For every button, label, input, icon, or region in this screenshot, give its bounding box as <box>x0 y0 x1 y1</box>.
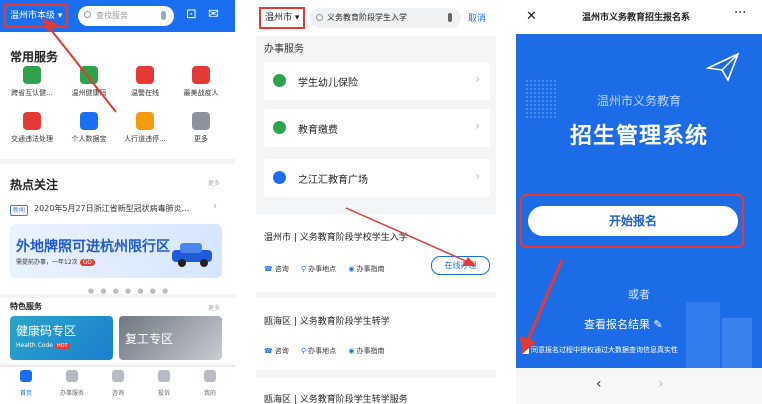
more-menu-icon[interactable]: ··· <box>734 6 746 21</box>
webview-header: ✕ 温州市义务教育招生报名系 ··· <box>516 0 762 34</box>
banner-title: 外地牌照可进杭州限行区 <box>16 239 170 255</box>
person-icon <box>204 370 216 382</box>
service-label: 人行道违停... <box>124 135 166 143</box>
more-link[interactable]: 更多 <box>208 178 220 187</box>
result-card[interactable]: 瓯海区 | 义务教育阶段学生转学 ☎ 咨询 ⚲ 办事地点 ◉ 办事指南 <box>256 298 496 370</box>
tab-mine[interactable]: 我的 <box>190 370 230 397</box>
more-link[interactable]: 更多 <box>208 303 220 312</box>
news-headline[interactable]: 2020年5月27日浙江省新型冠状病毒肺炎... <box>34 203 189 214</box>
chat-icon <box>112 370 124 382</box>
enrollment-system-screen: ✕ 温州市义务教育招生报名系 ··· 温州市义务教育 招生管理系统 开始报名 或… <box>516 0 762 404</box>
tab-label: 投诉 <box>157 390 170 397</box>
phone-icon: ☎ <box>264 347 273 355</box>
tile-title: 健康码专区 <box>16 324 77 338</box>
page-title: 温州市义务教育招生报名系 <box>581 13 690 23</box>
start-registration-button[interactable]: 开始报名 <box>528 206 738 236</box>
annotation-arrow <box>520 259 564 354</box>
annotation-arrow <box>345 207 476 266</box>
result-title: 瓯海区 | 义务教育阶段学生转学 <box>264 317 390 327</box>
tab-home[interactable]: 首页 <box>6 370 46 397</box>
system-subtitle: 温州市义务教育 <box>596 94 681 108</box>
resume-work-tile[interactable]: 复工专区 <box>119 316 222 360</box>
tile-subtitle: Health Code HOT <box>16 342 70 349</box>
tab-label: 办事服务 <box>59 390 84 397</box>
health-code-tile[interactable]: 健康码专区 Health Code HOT <box>10 316 113 360</box>
service-label: 更多 <box>194 135 208 143</box>
home-icon <box>20 370 32 382</box>
location-pin-icon: ⚲ <box>300 347 307 355</box>
webview-nav-bar: ‹ › <box>516 368 762 404</box>
shield-icon <box>158 370 170 382</box>
section-title: 特色服务 <box>10 302 42 311</box>
carousel-dots: ● ● ● ● ● ● ● <box>88 287 171 295</box>
consult-link[interactable]: ☎ 咨询 <box>264 347 289 355</box>
paper-plane-icon <box>706 52 740 82</box>
tab-complaint[interactable]: 投诉 <box>144 370 184 397</box>
annotation-arrow <box>42 18 117 113</box>
system-title: 招生管理系统 <box>569 124 708 149</box>
hot-badge: HOT <box>54 343 70 349</box>
view-result-link[interactable]: 查看报名结果 ✎ <box>584 316 663 332</box>
news-tag: 新闻 <box>10 205 29 216</box>
forward-icon[interactable]: › <box>658 376 664 392</box>
chevron-right-icon: › <box>213 201 217 212</box>
section-title: 热点关注 <box>10 178 59 192</box>
location-link[interactable]: ⚲ 办事地点 <box>301 347 336 355</box>
search-results-screen: 温州市 ▾ 义务教育阶段学生入学 取消 办事服务 学生幼儿保险 › 教育缴费 › 之江汇… <box>256 0 496 404</box>
go-badge: GO <box>79 259 95 266</box>
app-home-screen: 温州市本级 ▾ 查找服务 ⊡ ✉ 常用服务 跨省互认健... 温州健康码 温警在线最… <box>0 0 235 404</box>
tile-title: 复工专区 <box>125 332 174 346</box>
tab-services[interactable]: 办事服务 <box>52 370 92 397</box>
back-icon[interactable]: ‹ <box>596 376 602 392</box>
edit-icon: ✎ <box>653 318 663 331</box>
tab-consult[interactable]: 咨询 <box>98 370 138 397</box>
banner-subtitle: 需提前办事，一年12次 GO <box>16 257 95 266</box>
guide-icon: ◉ <box>348 347 355 355</box>
result-card[interactable]: 瓯海区 | 义务教育阶段学生转学服务 <box>256 378 496 404</box>
result-actions: ☎ 咨询 ⚲ 办事地点 ◉ 办事指南 <box>264 346 394 356</box>
car-icon <box>172 243 212 267</box>
promo-banner[interactable]: 外地牌照可进杭州限行区 需提前办事，一年12次 GO <box>10 224 222 278</box>
guide-link[interactable]: ◉ 办事指南 <box>348 347 384 355</box>
service-label: 个人数据宝 <box>71 135 107 143</box>
tab-label: 首页 <box>19 390 32 397</box>
result-title: 瓯海区 | 义务教育阶段学生转学服务 <box>264 395 408 404</box>
service-label: 交通违法处理 <box>11 135 53 143</box>
tab-label: 咨询 <box>111 390 124 397</box>
document-icon <box>66 370 78 382</box>
tab-label: 我的 <box>203 390 216 397</box>
close-icon[interactable]: ✕ <box>526 9 537 24</box>
bottom-tab-bar: 首页 办事服务 咨询 投诉 我的 <box>0 366 235 404</box>
